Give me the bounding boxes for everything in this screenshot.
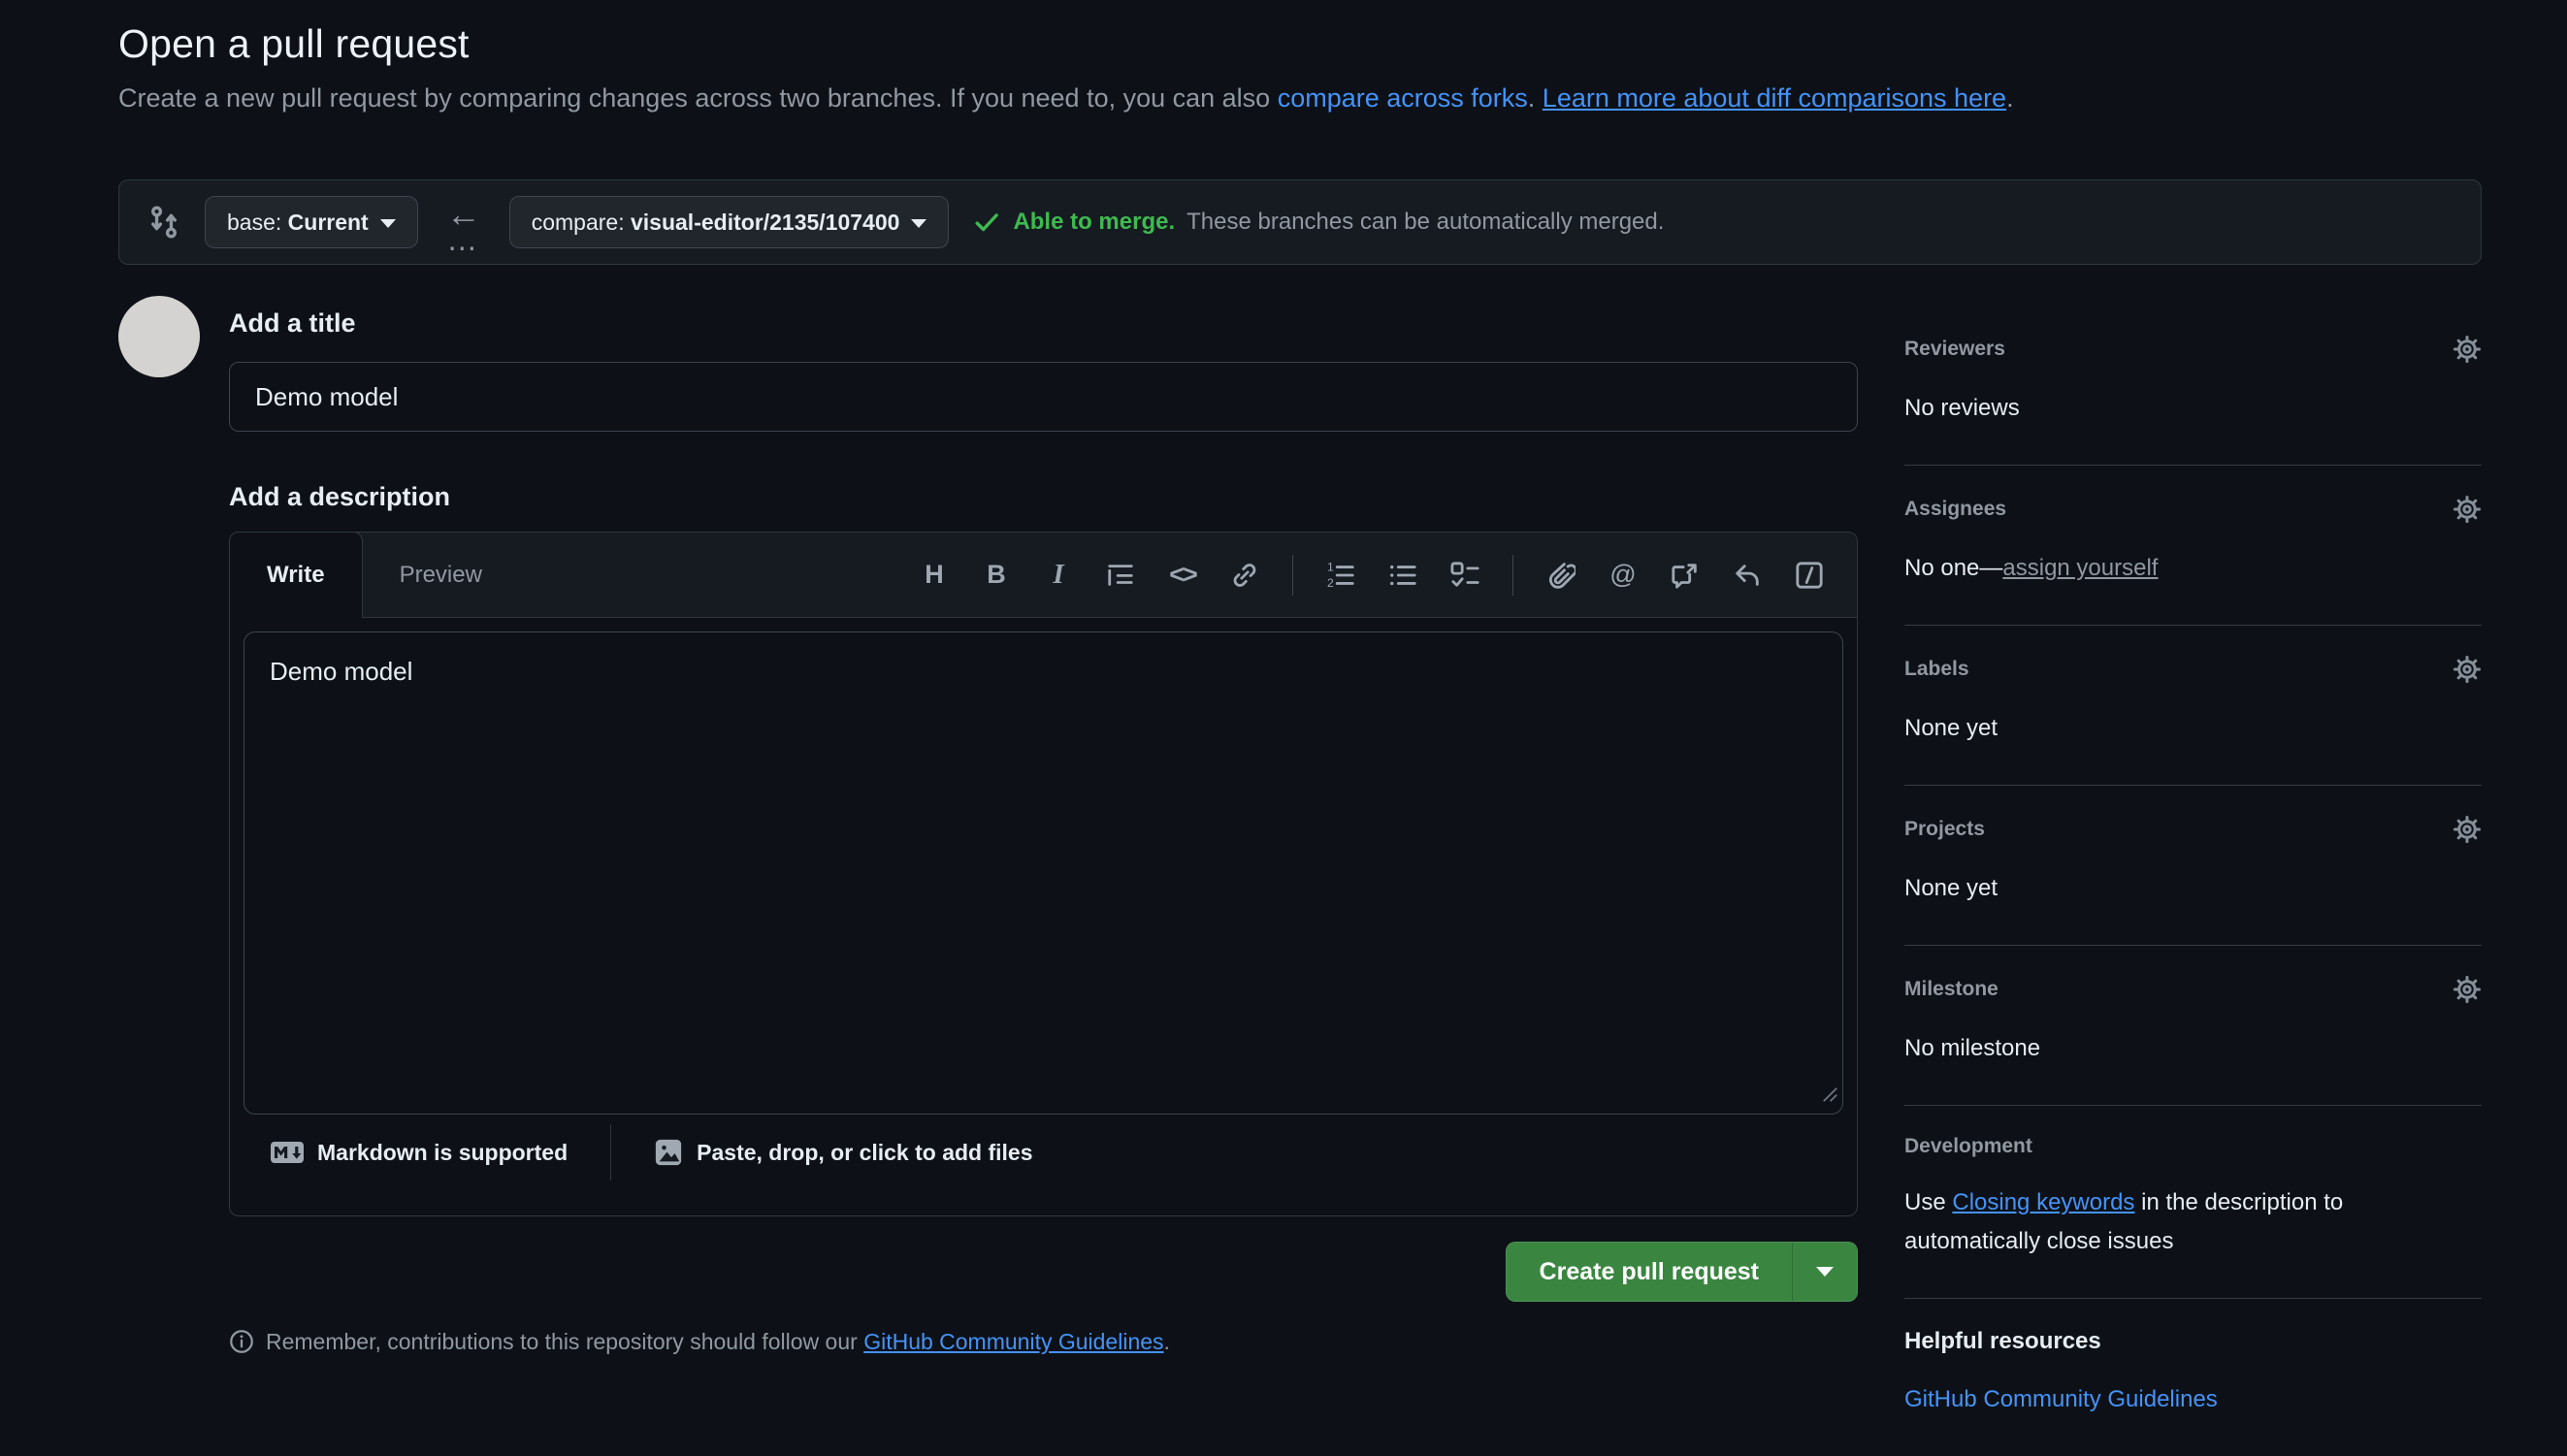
tab-write[interactable]: Write	[229, 532, 363, 618]
markdown-toolbar: H B I <> 12	[920, 533, 1857, 617]
code-icon[interactable]: <>	[1168, 556, 1197, 595]
svg-text:1: 1	[1327, 561, 1334, 574]
create-pull-request-options-button[interactable]	[1792, 1243, 1857, 1301]
editor-body: Demo model Markdown is supported Paste, …	[230, 618, 1857, 1215]
page-title: Open a pull request	[118, 21, 2466, 67]
reply-icon[interactable]	[1733, 556, 1762, 595]
italic-icon[interactable]: I	[1044, 556, 1073, 595]
create-pull-request-button[interactable]: Create pull request	[1507, 1243, 1792, 1301]
sidebar: Reviewers No reviews Assignees No one—as…	[1904, 306, 2482, 1456]
tab-preview[interactable]: Preview	[363, 533, 519, 617]
milestone-label: Milestone	[1904, 978, 1998, 1001]
labels-value: None yet	[1904, 709, 2482, 748]
resize-handle[interactable]	[1818, 1083, 1837, 1107]
git-compare-icon	[146, 205, 181, 240]
base-branch-dropdown[interactable]: base: Current	[205, 196, 418, 248]
image-icon	[654, 1138, 683, 1167]
sidebar-section-projects: Projects None yet	[1904, 786, 2482, 946]
helpful-resources-label: Helpful resources	[1904, 1328, 2101, 1355]
page-header: Open a pull request Create a new pull re…	[118, 21, 2466, 115]
community-guidelines-link[interactable]: GitHub Community Guidelines	[863, 1329, 1163, 1354]
development-label: Development	[1904, 1135, 2032, 1158]
closing-keywords-link[interactable]: Closing keywords	[1952, 1189, 2134, 1215]
contribution-note: Remember, contributions to this reposito…	[229, 1327, 1858, 1356]
helpful-resources-guidelines-link[interactable]: GitHub Community Guidelines	[1904, 1386, 2218, 1412]
compare-direction-arrow-icon: ←…	[441, 200, 486, 244]
merge-status-bold: Able to merge.	[1013, 209, 1175, 236]
check-icon	[972, 208, 1001, 237]
merge-status: Able to merge. These branches can be aut…	[972, 208, 1664, 237]
sidebar-section-helpful-resources: Helpful resources GitHub Community Guide…	[1904, 1299, 2482, 1456]
chevron-down-icon	[911, 219, 926, 228]
sidebar-section-reviewers: Reviewers No reviews	[1904, 306, 2482, 466]
merge-status-text: These branches can be automatically merg…	[1186, 209, 1664, 236]
compare-across-forks-link[interactable]: compare across forks	[1278, 83, 1528, 113]
submit-row: Create pull request	[229, 1242, 1858, 1302]
link-icon[interactable]	[1230, 556, 1259, 595]
info-icon	[229, 1329, 254, 1354]
sidebar-section-labels: Labels None yet	[1904, 626, 2482, 786]
saved-replies-icon[interactable]	[1795, 556, 1824, 595]
gear-icon[interactable]	[2453, 495, 2482, 524]
branch-compare-bar: base: Current ←… compare: visual-editor/…	[118, 179, 2482, 265]
title-input[interactable]	[229, 362, 1858, 432]
markdown-supported-link[interactable]: Markdown is supported	[257, 1124, 610, 1181]
projects-value: None yet	[1904, 869, 2482, 908]
markdown-editor: Write Preview H B I <> 12	[229, 532, 1858, 1216]
assignees-label: Assignees	[1904, 498, 2006, 521]
labels-label: Labels	[1904, 658, 1969, 681]
pull-request-form: Add a title Add a description Write Prev…	[229, 299, 1858, 1356]
avatar	[118, 296, 200, 377]
assignees-value: No one—	[1904, 555, 2002, 581]
editor-header: Write Preview H B I <> 12	[230, 533, 1857, 618]
assign-yourself-link[interactable]: assign yourself	[2002, 555, 2158, 581]
description-textarea[interactable]: Demo model	[244, 631, 1843, 1115]
gear-icon[interactable]	[2453, 335, 2482, 364]
gear-icon[interactable]	[2453, 815, 2482, 844]
description-label: Add a description	[229, 482, 1858, 512]
quote-icon[interactable]	[1106, 556, 1135, 595]
editor-footer: Markdown is supported Paste, drop, or cl…	[244, 1115, 1843, 1202]
chevron-down-icon	[1816, 1267, 1834, 1277]
attach-files-button[interactable]: Paste, drop, or click to add files	[611, 1124, 1046, 1181]
sidebar-section-development: Development Use Closing keywords in the …	[1904, 1106, 2482, 1299]
toolbar-separator	[1512, 555, 1513, 596]
bullet-list-icon[interactable]	[1388, 556, 1417, 595]
gear-icon[interactable]	[2453, 975, 2482, 1004]
toolbar-separator	[1292, 555, 1293, 596]
gear-icon[interactable]	[2453, 655, 2482, 684]
mention-icon[interactable]: @	[1608, 556, 1638, 595]
bold-icon[interactable]: B	[982, 556, 1011, 595]
cross-reference-icon[interactable]	[1671, 556, 1700, 595]
compare-branch-dropdown[interactable]: compare: visual-editor/2135/107400	[509, 196, 950, 248]
task-list-icon[interactable]	[1450, 556, 1479, 595]
page-subtitle: Create a new pull request by comparing c…	[118, 81, 2466, 115]
create-pull-request-split-button: Create pull request	[1506, 1242, 1858, 1302]
reviewers-value: No reviews	[1904, 389, 2482, 428]
numbered-list-icon[interactable]: 12	[1326, 556, 1355, 595]
chevron-down-icon	[380, 219, 396, 228]
title-label: Add a title	[229, 308, 1858, 339]
milestone-value: No milestone	[1904, 1029, 2482, 1068]
markdown-icon	[271, 1142, 304, 1163]
projects-label: Projects	[1904, 818, 1985, 841]
sidebar-section-assignees: Assignees No one—assign yourself	[1904, 466, 2482, 626]
svg-text:2: 2	[1327, 576, 1334, 590]
sidebar-section-milestone: Milestone No milestone	[1904, 946, 2482, 1106]
diff-comparisons-link[interactable]: Learn more about diff comparisons here	[1543, 83, 2006, 113]
heading-icon[interactable]: H	[920, 556, 949, 595]
reviewers-label: Reviewers	[1904, 338, 2005, 361]
subtitle-text: Create a new pull request by comparing c…	[118, 83, 1278, 113]
paperclip-icon[interactable]	[1546, 556, 1576, 595]
